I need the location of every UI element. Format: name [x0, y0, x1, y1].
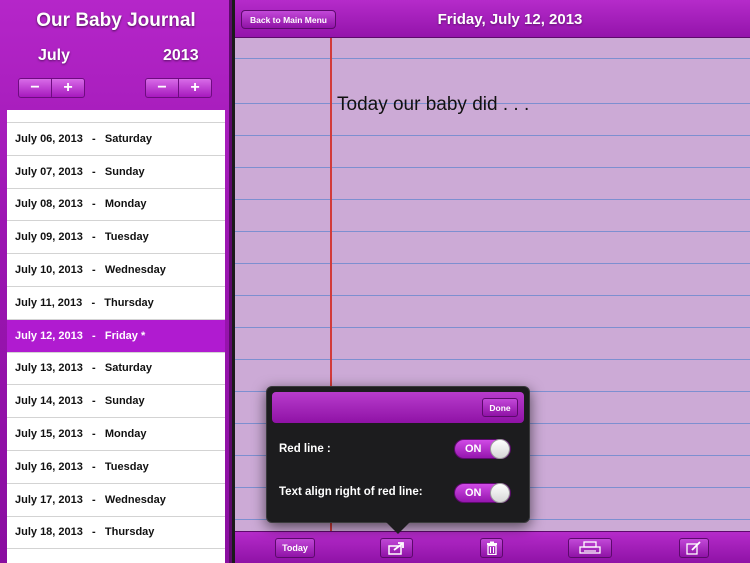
today-button[interactable]: Today [275, 538, 315, 558]
trash-icon [486, 541, 497, 555]
toggle-knob [490, 483, 510, 503]
toggle-knob [490, 439, 510, 459]
printer-icon [579, 541, 601, 554]
date-row[interactable]: July 07, 2013 - Sunday [7, 156, 225, 189]
month-increment-button[interactable]: + [51, 79, 84, 97]
date-row[interactable]: July 16, 2013 - Tuesday [7, 451, 225, 484]
compose-icon [686, 541, 701, 555]
year-increment-button[interactable]: + [178, 79, 211, 97]
popover-arrow [386, 522, 410, 534]
date-row-partial[interactable] [7, 110, 225, 123]
month-stepper: − + [18, 78, 85, 98]
app-title: Our Baby Journal [36, 10, 196, 31]
popover-header: Done [272, 392, 524, 423]
date-row[interactable]: July 11, 2013 - Thursday [7, 287, 225, 320]
text-align-toggle[interactable]: ON [454, 483, 511, 503]
date-row[interactable]: July 13, 2013 - Saturday [7, 353, 225, 386]
print-button[interactable] [568, 538, 612, 558]
red-line-toggle-state: ON [465, 443, 482, 455]
date-row[interactable]: July 15, 2013 - Monday [7, 418, 225, 451]
month-label: July [38, 47, 71, 64]
date-row[interactable]: July 12, 2013 - Friday * [7, 319, 225, 353]
entry-text[interactable]: Today our baby did . . . [337, 94, 529, 116]
date-row[interactable]: July 06, 2013 - Saturday [7, 123, 225, 156]
text-align-label: Text align right of red line: [279, 486, 423, 498]
header-bar: Back to Main Menu Friday, July 12, 2013 [235, 0, 750, 38]
share-button[interactable] [380, 538, 413, 558]
bottom-toolbar: Today [235, 531, 750, 563]
settings-popover: Done Red line : ON Text align right of r… [266, 386, 530, 523]
year-stepper: − + [145, 78, 212, 98]
date-row[interactable]: July 10, 2013 - Wednesday [7, 254, 225, 287]
date-row[interactable]: July 17, 2013 - Wednesday [7, 484, 225, 517]
red-line-toggle[interactable]: ON [454, 439, 511, 459]
date-row[interactable]: July 08, 2013 - Monday [7, 189, 225, 222]
share-icon [387, 542, 404, 555]
date-list[interactable]: July 06, 2013 - Saturday July 07, 2013 - … [7, 110, 225, 563]
done-button[interactable]: Done [482, 398, 518, 417]
year-decrement-button[interactable]: − [146, 79, 178, 97]
red-line-label: Red line : [279, 443, 331, 455]
date-row[interactable]: July 18, 2013 - Thursday [7, 517, 225, 550]
date-row[interactable]: July 14, 2013 - Sunday [7, 385, 225, 419]
text-align-toggle-state: ON [465, 487, 482, 499]
compose-button[interactable] [679, 538, 709, 558]
date-row[interactable]: July 09, 2013 - Tuesday [7, 221, 225, 255]
sidebar: Our Baby Journal July 2013 − + − + July … [0, 0, 232, 563]
month-decrement-button[interactable]: − [19, 79, 51, 97]
trash-button[interactable] [480, 538, 503, 558]
year-label: 2013 [163, 47, 199, 64]
page-title: Friday, July 12, 2013 [437, 11, 583, 28]
back-to-main-menu-button[interactable]: Back to Main Menu [241, 10, 336, 29]
